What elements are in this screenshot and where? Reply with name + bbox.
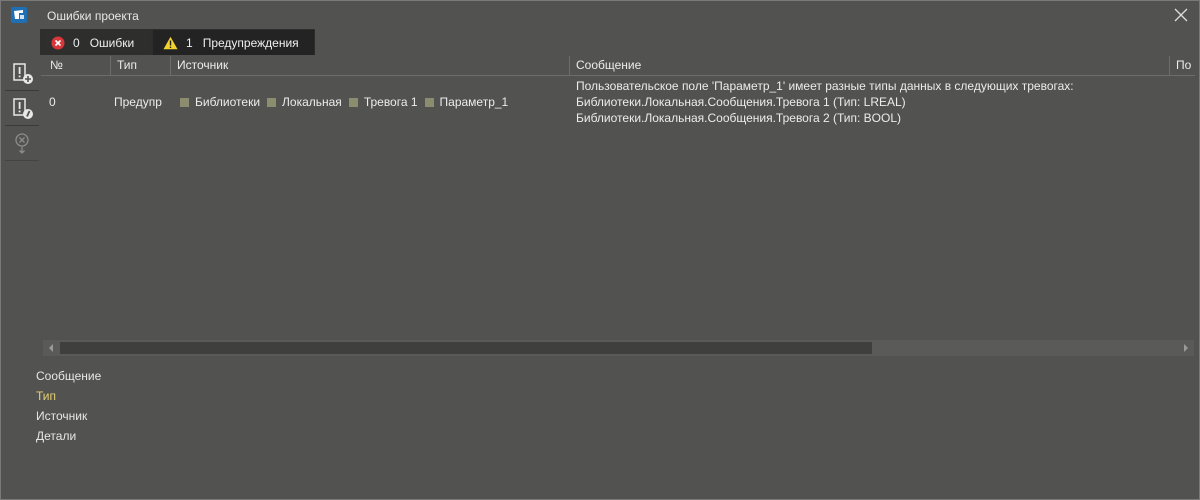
- row-num: 0: [49, 95, 56, 109]
- source-item-label: Параметр_1: [439, 95, 509, 109]
- scrollbar-thumb[interactable]: [60, 342, 872, 354]
- tab-bar: 0 Ошибки 1 Предупреждения: [40, 29, 315, 55]
- folder-marker-icon: [180, 97, 189, 107]
- clear-errors-icon: [15, 133, 29, 154]
- arrow-right-icon: [1184, 344, 1188, 352]
- row-message: Пользовательское поле 'Параметр_1' имеет…: [571, 76, 1171, 128]
- source-item-label: Локальная: [282, 95, 342, 109]
- errors-count: 0: [73, 35, 80, 50]
- folder-marker-icon: [267, 97, 277, 107]
- warning-icon: [163, 36, 178, 49]
- message-line: Пользовательское поле 'Параметр_1' имеет…: [576, 79, 1074, 93]
- close-button[interactable]: [1171, 5, 1191, 25]
- column-header-num[interactable]: №: [41, 56, 110, 75]
- details-details-label: Детали: [36, 429, 77, 443]
- source-item[interactable]: Параметр_1: [424, 95, 509, 109]
- window-title: Ошибки проекта: [47, 9, 139, 23]
- source-item-label: Библиотеки: [195, 95, 261, 109]
- row-source: Библиотеки Локальная Тревога 1 Параметр_…: [172, 76, 569, 128]
- close-icon: [1174, 8, 1188, 22]
- message-line: Библиотеки.Локальная.Сообщения.Тревога 2…: [576, 111, 901, 125]
- error-icon: [51, 36, 65, 49]
- column-header-extra[interactable]: По: [1169, 56, 1195, 75]
- warnings-count: 1: [186, 35, 193, 50]
- arrow-left-icon: [49, 344, 53, 352]
- tab-warnings[interactable]: 1 Предупреждения: [152, 29, 315, 55]
- details-type-label: Тип: [36, 389, 57, 403]
- source-item[interactable]: Библиотеки: [180, 95, 260, 109]
- scroll-left-button[interactable]: [43, 340, 59, 356]
- source-item[interactable]: Тревога 1: [348, 95, 418, 109]
- details-panel: Сообщение Тип Источник Детали: [36, 369, 101, 449]
- warnings-table: № Тип Источник Сообщение По 0 Предупр Би…: [41, 56, 1195, 356]
- column-header-source[interactable]: Источник: [170, 56, 569, 75]
- source-item[interactable]: Локальная: [267, 95, 342, 109]
- scroll-right-button[interactable]: [1178, 340, 1194, 356]
- column-header-type[interactable]: Тип: [110, 56, 170, 75]
- alarm-marker-icon: [348, 97, 358, 107]
- errors-label: Ошибки: [89, 35, 135, 50]
- add-warning-button[interactable]: [5, 56, 39, 91]
- add-warning-icon: [13, 63, 33, 84]
- warning-info-button[interactable]: [5, 91, 39, 126]
- details-message-label: Сообщение: [36, 369, 102, 383]
- clear-errors-button[interactable]: [5, 126, 39, 161]
- field-marker-icon: [424, 97, 434, 107]
- app-logo-icon: [11, 7, 27, 23]
- table-header: № Тип Источник Сообщение По: [41, 56, 1195, 76]
- table-row[interactable]: 0 Предупр Библиотеки Локальная Тревога 1…: [41, 76, 1195, 128]
- warnings-label: Предупреждения: [202, 35, 299, 50]
- warning-info-icon: [13, 98, 33, 119]
- details-source-label: Источник: [36, 409, 88, 423]
- row-type: Предупр: [114, 95, 162, 109]
- tab-errors[interactable]: 0 Ошибки: [40, 29, 152, 55]
- source-item-label: Тревога 1: [363, 95, 418, 109]
- column-header-message[interactable]: Сообщение: [569, 56, 1169, 75]
- horizontal-scrollbar[interactable]: [43, 340, 1194, 356]
- message-line: Библиотеки.Локальная.Сообщения.Тревога 1…: [576, 95, 906, 109]
- side-toolbar: [5, 56, 39, 161]
